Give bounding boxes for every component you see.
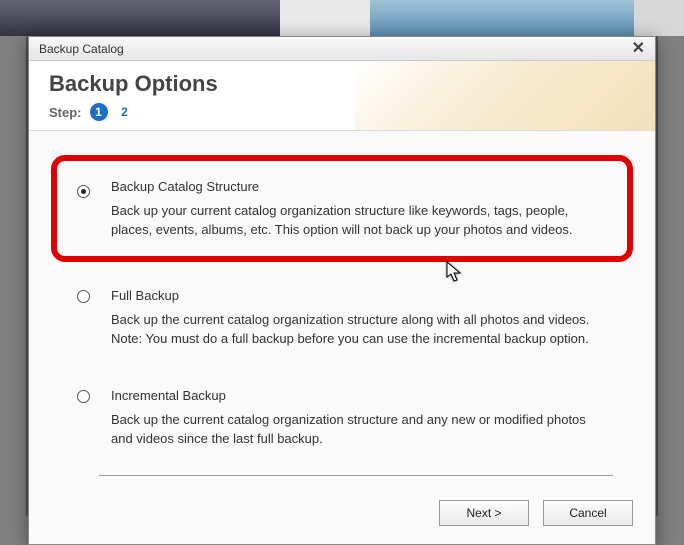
option-incremental-backup[interactable]: Incremental Backup Back up the current c…: [59, 374, 625, 463]
window-title: Backup Catalog: [39, 42, 628, 56]
next-button[interactable]: Next >: [439, 500, 529, 526]
option-desc: Back up the current catalog organization…: [111, 411, 607, 449]
step-1[interactable]: 1: [90, 103, 108, 121]
dialog-footer: Next > Cancel: [29, 486, 655, 544]
option-desc: Back up the current catalog organization…: [111, 311, 607, 349]
backup-options-dialog: Backup Catalog ✕ Backup Options Step: 1 …: [28, 36, 656, 545]
separator: [99, 475, 613, 476]
radio-full-backup[interactable]: [77, 290, 90, 303]
option-full-backup[interactable]: Full Backup Back up the current catalog …: [59, 274, 625, 363]
radio-incremental-backup[interactable]: [77, 390, 90, 403]
radio-backup-catalog-structure[interactable]: [77, 185, 90, 198]
step-indicator: Step: 1 2: [49, 103, 635, 121]
option-backup-catalog-structure[interactable]: Backup Catalog Structure Back up your cu…: [51, 155, 633, 262]
background-thumbnails: [0, 0, 684, 36]
step-2[interactable]: 2: [116, 103, 134, 121]
titlebar[interactable]: Backup Catalog ✕: [29, 37, 655, 61]
dialog-body: Backup Catalog Structure Back up your cu…: [29, 131, 655, 486]
cancel-button[interactable]: Cancel: [543, 500, 633, 526]
close-icon[interactable]: ✕: [628, 41, 649, 57]
option-desc: Back up your current catalog organizatio…: [111, 202, 607, 240]
dialog-header: Backup Options Step: 1 2: [29, 61, 655, 131]
option-title: Incremental Backup: [111, 388, 607, 403]
option-title: Backup Catalog Structure: [111, 179, 607, 194]
option-title: Full Backup: [111, 288, 607, 303]
step-label: Step:: [49, 105, 82, 120]
page-title: Backup Options: [49, 71, 635, 97]
